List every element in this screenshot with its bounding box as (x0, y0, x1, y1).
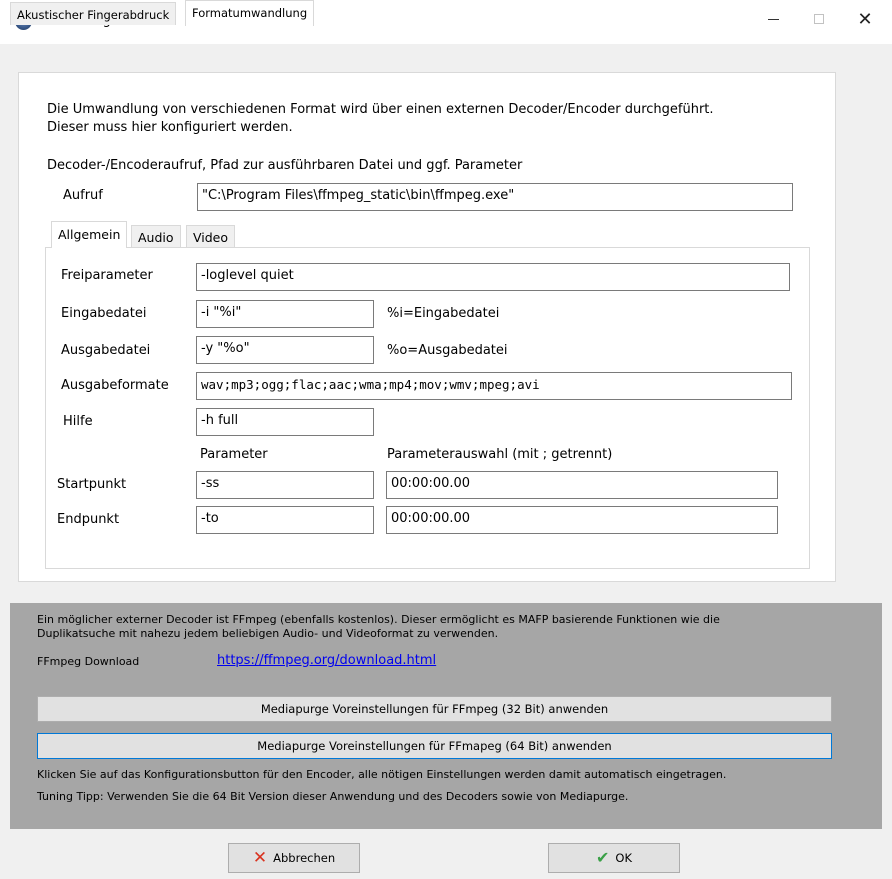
cancel-label: Abbrechen (273, 851, 336, 865)
startpunkt-label: Startpunkt (57, 477, 127, 492)
maximize-icon (814, 14, 824, 24)
close-button[interactable]: ✕ (842, 0, 888, 38)
hilfe-label: Hilfe (63, 414, 93, 429)
tab-audio[interactable]: Audio (131, 225, 181, 247)
aufruf-label: Aufruf (63, 188, 103, 203)
freiparameter-input[interactable]: -loglevel quiet (196, 263, 790, 291)
tab-video[interactable]: Video (186, 225, 236, 247)
description: Die Umwandlung von verschiedenen Format … (47, 101, 714, 137)
info-text-line-2: Duplikatsuche mit nahezu jedem beliebige… (37, 627, 499, 640)
freiparameter-label: Freiparameter (61, 268, 153, 283)
eingabedatei-hint: %i=Eingabedatei (387, 306, 500, 321)
tab-allgemein[interactable]: Allgemein (51, 221, 128, 248)
ok-label: OK (615, 851, 632, 865)
description-line-1: Die Umwandlung von verschiedenen Format … (47, 102, 714, 117)
tab-formatumwandlung[interactable]: Formatumwandlung (185, 0, 315, 26)
ausgabedatei-label: Ausgabedatei (61, 343, 151, 358)
eingabedatei-label: Eingabedatei (61, 306, 147, 321)
info-text: Ein möglicher externer Decoder ist FFmpe… (37, 613, 817, 641)
ausgabeformate-input[interactable]: wav;mp3;ogg;flac;aac;wma;mp4;mov;wmv;mpe… (196, 372, 792, 400)
ausgabedatei-input[interactable]: -y "%o" (196, 336, 374, 364)
config-note: Klicken Sie auf das Konfigurationsbutton… (37, 768, 727, 781)
info-text-line-1: Ein möglicher externer Decoder ist FFmpe… (37, 613, 720, 626)
ffmpeg-download-link[interactable]: https://ffmpeg.org/download.html (217, 653, 436, 668)
eingabedatei-input[interactable]: -i "%i" (196, 300, 374, 328)
decoder-heading: Decoder-/Encoderaufruf, Pfad zur ausführ… (47, 158, 523, 173)
cancel-x-icon: ✕ (252, 847, 268, 868)
close-icon: ✕ (857, 8, 873, 30)
ffmpeg-download-label: FFmpeg Download (37, 655, 140, 668)
ok-button[interactable]: ✔ OK (548, 843, 680, 873)
settings-window: Einstellungen ✕ Akustischer Fingerabdruc… (0, 0, 892, 879)
ausgabeformate-label: Ausgabeformate (61, 378, 169, 393)
preset-64bit-button[interactable]: Mediapurge Voreinstellungen für FFmapeg … (37, 733, 832, 759)
startpunkt-param-input[interactable]: -ss (196, 471, 374, 499)
endpunkt-value-input[interactable]: 00:00:00.00 (386, 506, 778, 534)
tuning-tip: Tuning Tipp: Verwenden Sie die 64 Bit Ve… (37, 790, 629, 803)
minimize-button[interactable] (750, 0, 796, 38)
ausgabedatei-hint: %o=Ausgabedatei (387, 343, 508, 358)
endpunkt-label: Endpunkt (57, 512, 120, 527)
endpunkt-param-input[interactable]: -to (196, 506, 374, 534)
tab-akustischer-fingerabdruck[interactable]: Akustischer Fingerabdruck (10, 2, 177, 25)
preset-32bit-button[interactable]: Mediapurge Voreinstellungen für FFmpeg (… (37, 696, 832, 722)
cancel-button[interactable]: ✕ Abbrechen (228, 843, 360, 873)
check-icon: ✔ (596, 848, 610, 867)
minimize-icon (767, 18, 779, 20)
aufruf-input[interactable]: "C:\Program Files\ffmpeg_static\bin\ffmp… (197, 183, 793, 211)
description-line-2: Dieser muss hier konfiguriert werden. (47, 120, 293, 135)
hilfe-input[interactable]: -h full (196, 408, 374, 436)
parameterauswahl-column-header: Parameterauswahl (mit ; getrennt) (387, 447, 613, 462)
parameter-column-header: Parameter (200, 447, 268, 462)
startpunkt-value-input[interactable]: 00:00:00.00 (386, 471, 778, 499)
maximize-button[interactable] (796, 0, 842, 38)
